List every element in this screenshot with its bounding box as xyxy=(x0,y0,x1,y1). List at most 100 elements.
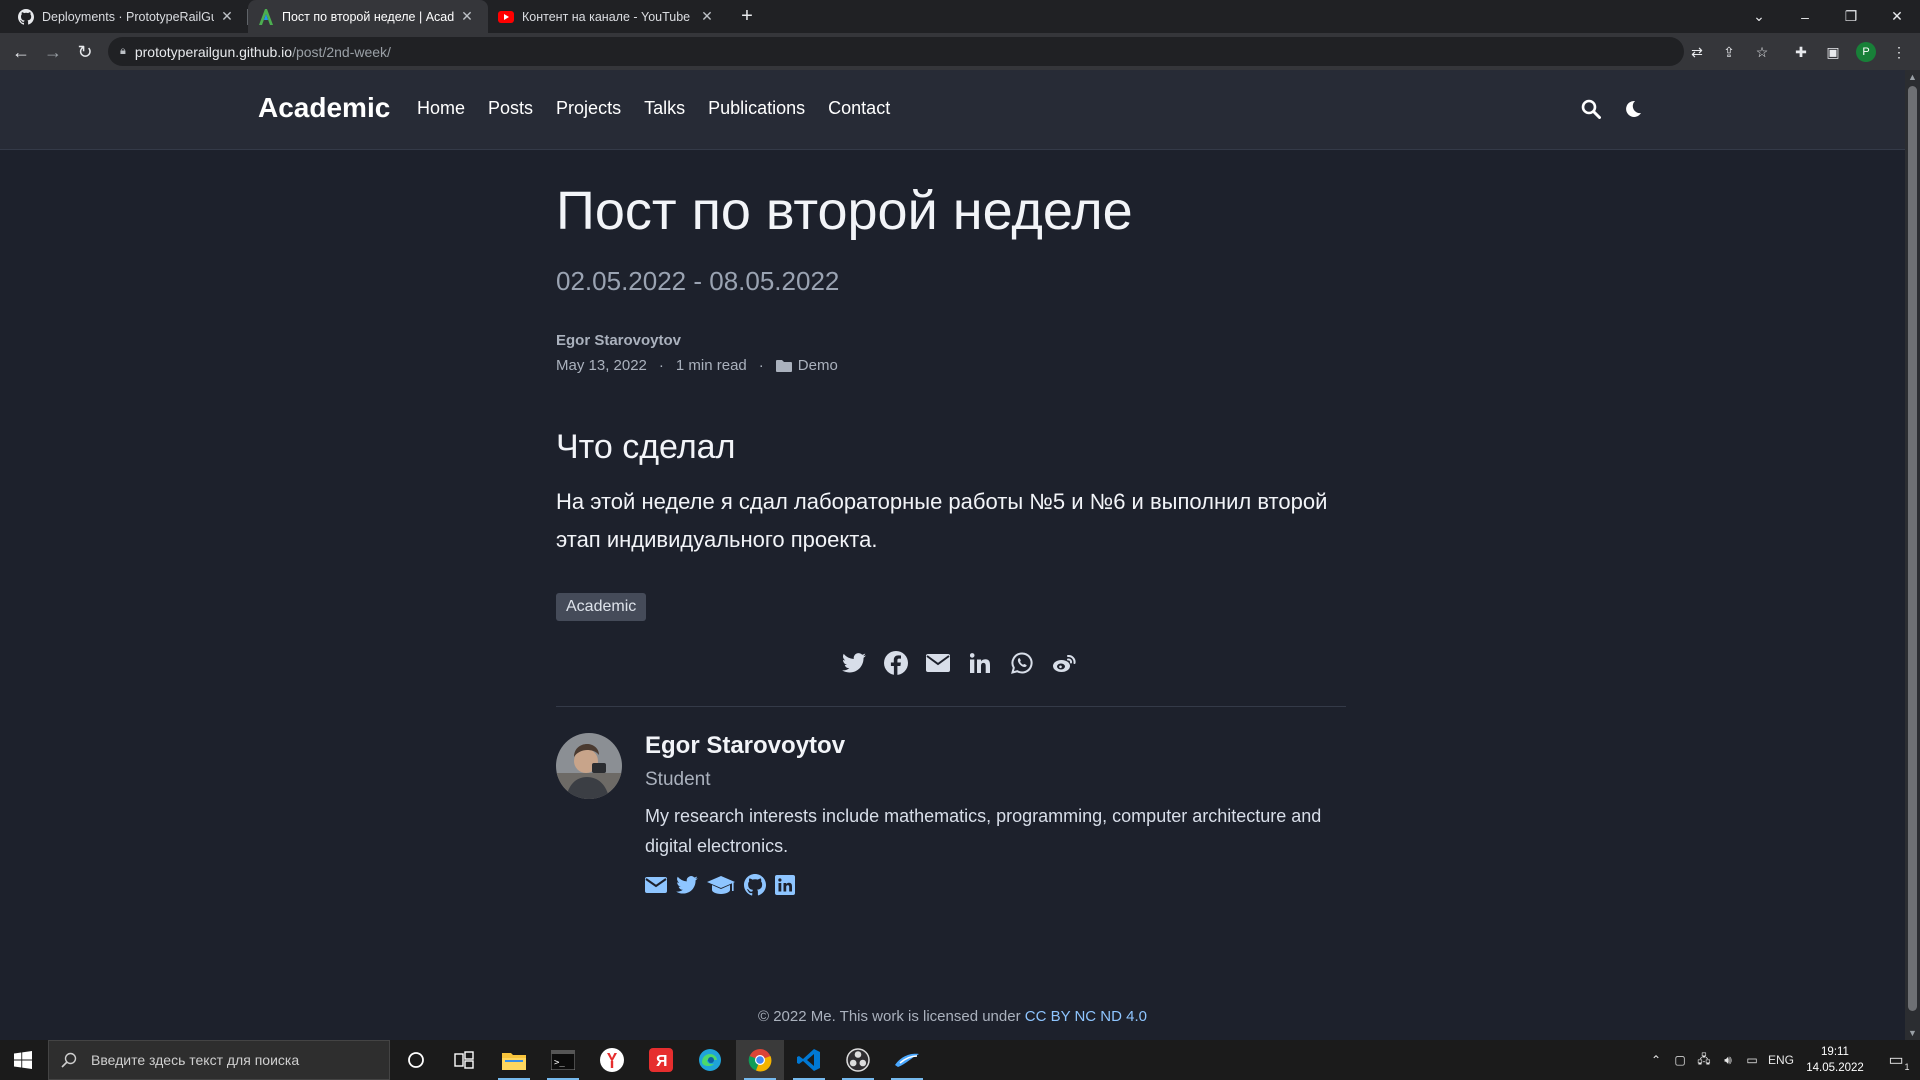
reload-icon[interactable]: ↻ xyxy=(72,39,98,65)
share-icon[interactable]: ⇪ xyxy=(1718,41,1740,63)
close-tab-icon[interactable]: ✕ xyxy=(700,8,714,25)
translate-icon[interactable]: ⇄ xyxy=(1686,41,1708,63)
vscode-icon[interactable] xyxy=(785,1040,833,1080)
system-tray: ⌃ ▢ 🖧︎ 🔊︎ ▭ ENG xyxy=(1644,1040,1798,1080)
meet-now-icon[interactable]: ▢ xyxy=(1668,1053,1692,1067)
back-icon[interactable]: ← xyxy=(8,39,34,65)
new-tab-button[interactable]: + xyxy=(735,5,759,29)
post-date: May 13, 2022 xyxy=(556,357,647,374)
svg-text:>_: >_ xyxy=(554,1058,565,1068)
tab-title: Пост по второй неделе | Academic xyxy=(282,9,454,24)
language-indicator[interactable]: ENG xyxy=(1764,1053,1798,1067)
github-icon[interactable] xyxy=(744,873,766,897)
address-bar[interactable]: 🔒︎ prototyperailgun.github.io /post/2nd-… xyxy=(108,37,1684,66)
scroll-down-icon[interactable]: ▼ xyxy=(1905,1026,1920,1040)
chevron-up-icon[interactable]: ⌃ xyxy=(1644,1053,1668,1067)
footer-text: © 2022 Me. This work is licensed under xyxy=(758,1008,1025,1025)
taskbar-search-input[interactable]: Введите здесь текст для поиска xyxy=(48,1040,390,1080)
scroll-up-icon[interactable]: ▲ xyxy=(1905,70,1920,84)
post-subtitle: 02.05.2022 - 08.05.2022 xyxy=(556,266,840,296)
notification-count: 1 xyxy=(1904,1062,1910,1072)
linkedin-icon[interactable] xyxy=(775,873,795,897)
notifications-icon[interactable]: ▭ 1 xyxy=(1876,1040,1916,1080)
author-social-links xyxy=(645,873,804,897)
battery-icon[interactable]: ▭ xyxy=(1740,1053,1764,1067)
article: Пост по второй неделе 02.05.2022 - 08.05… xyxy=(556,70,1346,1040)
author-name[interactable]: Egor Starovoytov xyxy=(645,732,845,760)
license-link[interactable]: CC BY NC ND 4.0 xyxy=(1025,1008,1147,1025)
meta-separator: · xyxy=(758,357,764,374)
terminal-icon[interactable]: >_ xyxy=(539,1040,587,1080)
whatsapp-icon[interactable] xyxy=(1001,649,1043,677)
close-tab-icon[interactable]: ✕ xyxy=(220,8,234,25)
meta-separator: · xyxy=(658,357,664,374)
post-title: Пост по второй неделе xyxy=(556,181,1133,241)
twitter-icon[interactable] xyxy=(676,873,698,897)
email-icon[interactable] xyxy=(917,649,959,677)
divider xyxy=(556,706,1346,707)
close-tab-icon[interactable]: ✕ xyxy=(460,8,474,25)
weibo-icon[interactable] xyxy=(1043,649,1085,677)
volume-icon[interactable]: 🔊︎ xyxy=(1716,1053,1740,1068)
clock-date: 14.05.2022 xyxy=(1806,1062,1864,1074)
obs-icon[interactable] xyxy=(834,1040,882,1080)
menu-kebab-icon[interactable]: ⋮ xyxy=(1888,41,1910,63)
yandex-icon[interactable] xyxy=(588,1040,636,1080)
post-tag[interactable]: Academic xyxy=(556,593,647,621)
search-icon[interactable] xyxy=(1578,96,1604,122)
email-icon[interactable] xyxy=(645,873,667,897)
tab-search-icon[interactable]: ⌄ xyxy=(1736,0,1782,33)
tab-title: Контент на канале - YouTube Studio xyxy=(522,9,694,24)
post-meta: May 13, 2022 · 1 min read · Demo xyxy=(556,357,838,374)
site-footer: © 2022 Me. This work is licensed under C… xyxy=(0,1008,1905,1025)
reading-time: 1 min read xyxy=(675,357,747,374)
linkedin-icon[interactable] xyxy=(959,649,1001,677)
nav-posts[interactable]: Posts xyxy=(488,98,533,119)
url-path: /post/2nd-week/ xyxy=(292,43,391,60)
clock-time: 19:11 xyxy=(1821,1046,1849,1058)
twitter-icon[interactable] xyxy=(833,649,875,677)
windows-taskbar: Введите здесь текст для поиска >_ Я ⌃ ▢ … xyxy=(0,1040,1920,1080)
bookmark-star-icon[interactable]: ☆ xyxy=(1751,41,1773,63)
yandex-browser-icon[interactable]: Я xyxy=(637,1040,685,1080)
post-body: На этой неделе я сдал лабораторные работ… xyxy=(556,489,1328,552)
nav-home[interactable]: Home xyxy=(417,98,465,119)
chrome-icon[interactable] xyxy=(736,1040,784,1080)
dark-mode-moon-icon[interactable] xyxy=(1620,96,1646,122)
app-swoosh-icon[interactable] xyxy=(883,1040,931,1080)
cortana-icon[interactable] xyxy=(392,1040,440,1080)
restore-icon[interactable]: ❐ xyxy=(1828,0,1874,33)
author-avatar[interactable] xyxy=(556,733,622,799)
taskbar-clock[interactable]: 19:11 14.05.2022 xyxy=(1800,1044,1870,1076)
task-view-icon[interactable] xyxy=(440,1040,488,1080)
folder-icon xyxy=(775,359,792,372)
side-panel-icon[interactable]: ▣ xyxy=(1822,41,1844,63)
search-placeholder: Введите здесь текст для поиска xyxy=(91,1052,300,1068)
forward-icon[interactable]: → xyxy=(40,39,66,65)
tab-deployments[interactable]: Deployments · PrototypeRailGun ✕ xyxy=(8,0,248,33)
network-icon[interactable]: 🖧︎ xyxy=(1692,1050,1716,1071)
edge-icon[interactable] xyxy=(686,1040,734,1080)
page-scrollbar[interactable]: ▲ ▼ xyxy=(1905,70,1920,1040)
post-author[interactable]: Egor Starovoytov xyxy=(556,332,681,349)
close-window-icon[interactable]: ✕ xyxy=(1874,0,1920,33)
graduation-cap-icon[interactable] xyxy=(707,873,735,897)
file-explorer-icon[interactable] xyxy=(490,1040,538,1080)
profile-avatar[interactable]: P xyxy=(1856,42,1876,62)
github-icon xyxy=(18,8,34,25)
author-role: Student xyxy=(645,769,711,790)
browser-tab-bar: Deployments · PrototypeRailGun ✕ Пост по… xyxy=(0,0,1920,33)
lock-icon[interactable]: 🔒︎ xyxy=(120,45,126,58)
browser-toolbar: ← → ↻ 🔒︎ prototyperailgun.github.io /pos… xyxy=(0,33,1920,70)
site-brand[interactable]: Academic xyxy=(258,92,390,124)
extensions-icon[interactable]: ✚ xyxy=(1790,41,1812,63)
windows-start-icon[interactable] xyxy=(0,1040,46,1080)
minimize-icon[interactable]: – xyxy=(1782,0,1828,33)
author-bio: My research interests include mathematic… xyxy=(645,806,1322,856)
youtube-icon xyxy=(498,9,514,25)
scrollbar-thumb[interactable] xyxy=(1908,86,1917,1011)
post-category[interactable]: Demo xyxy=(798,357,838,374)
tab-youtube-studio[interactable]: Контент на канале - YouTube Studio ✕ xyxy=(488,0,728,33)
tab-active-post[interactable]: Пост по второй неделе | Academic ✕ xyxy=(248,0,488,33)
facebook-icon[interactable] xyxy=(875,649,917,677)
